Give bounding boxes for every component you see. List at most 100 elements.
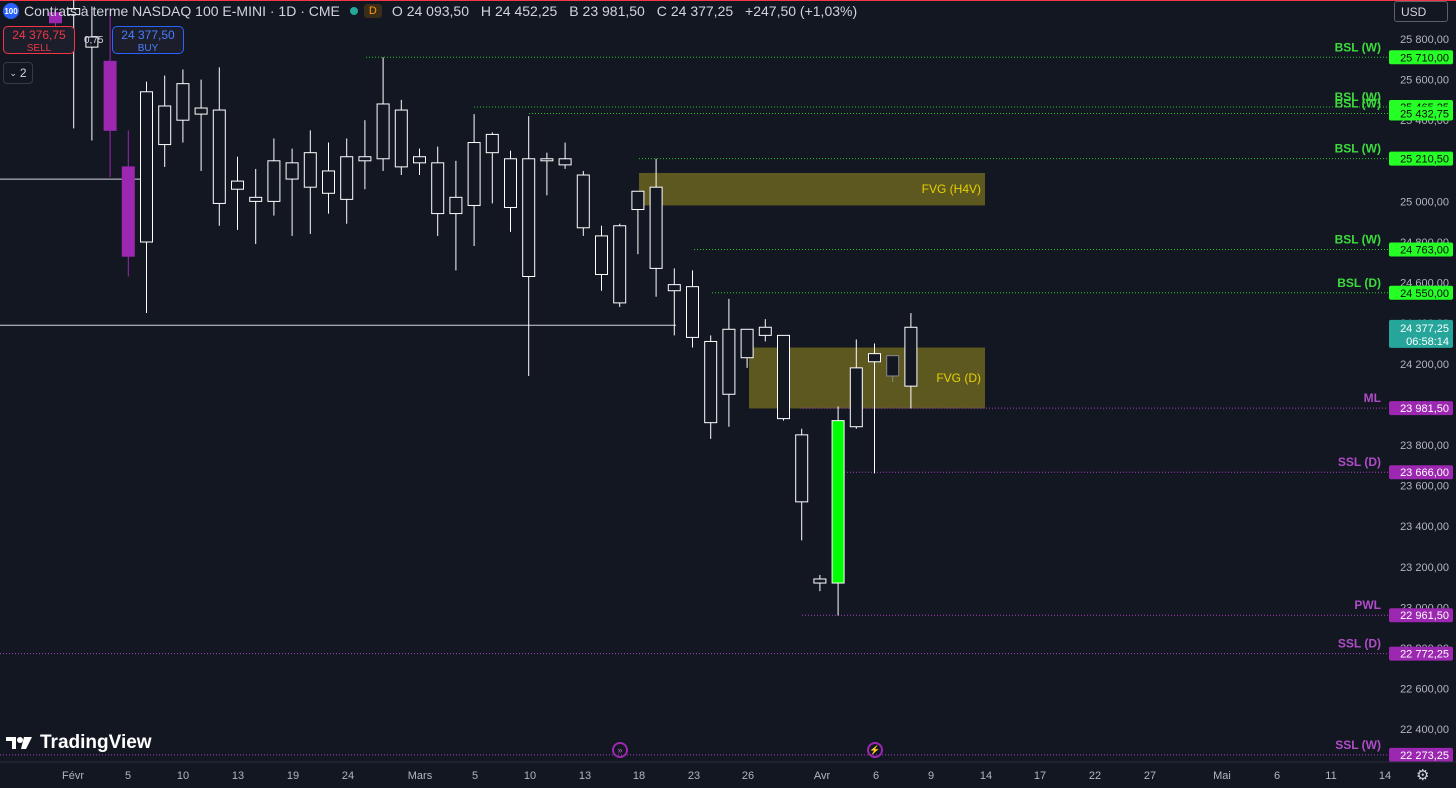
sell-button[interactable]: 24 376,75 SELL	[3, 26, 75, 54]
candle-body	[813, 578, 827, 584]
x-axis-tick-label: Févr	[62, 770, 84, 782]
x-axis-tick-label: Mai	[1213, 770, 1231, 782]
candle-body	[376, 103, 390, 160]
timeframe-badge[interactable]: D	[363, 4, 382, 18]
y-axis-tick-label: 24 200,00	[1400, 359, 1449, 371]
x-axis-tick-label: 10	[177, 770, 189, 782]
level-label: BSL (W)	[1335, 97, 1381, 111]
candle-body	[540, 158, 554, 162]
chart-header: 100 Contrats à terme NASDAQ 100 E-MINI ·…	[0, 0, 861, 22]
x-axis-tick-label: 26	[742, 770, 754, 782]
candle-body	[194, 107, 208, 115]
buy-button[interactable]: 24 377,50 BUY	[112, 26, 184, 54]
candle-body	[886, 355, 900, 377]
x-axis-tick-label: 18	[633, 770, 645, 782]
x-axis-tick-label: 10	[524, 770, 536, 782]
x-axis-tick-label: 9	[928, 770, 934, 782]
x-axis-tick-label: 5	[125, 770, 131, 782]
candle-body	[340, 156, 354, 200]
y-axis-tick-label: 22 600,00	[1400, 684, 1449, 696]
tradingview-logo[interactable]: TradingView	[6, 732, 152, 754]
x-axis-tick-label: 24	[342, 770, 354, 782]
candle-body	[722, 328, 736, 395]
symbol-title[interactable]: Contrats à terme NASDAQ 100 E-MINI · 1D …	[24, 3, 340, 19]
tradingview-logo-text: TradingView	[40, 732, 152, 753]
y-axis-tick-label: 25 800,00	[1400, 34, 1449, 46]
candle-body	[758, 326, 772, 336]
chevron-down-icon: ⌄	[9, 67, 17, 78]
candle-body	[140, 91, 153, 243]
level-price-text: 22 961,50	[1400, 610, 1449, 622]
candle-body	[704, 340, 718, 424]
candle-body	[394, 109, 408, 168]
candle-body	[831, 420, 845, 584]
level-price-text: 23 981,50	[1400, 403, 1449, 415]
candle-body	[595, 235, 608, 275]
ohlc-values: O 24 093,50 H 24 452,25 B 23 981,50 C 24 377…	[391, 3, 858, 19]
price-chart[interactable]: 25 800,0025 600,0025 400,0025 200,0025 0…	[0, 0, 1456, 788]
fvg-label: FVG (H4V)	[922, 182, 981, 196]
y-axis-tick-label: 23 200,00	[1400, 562, 1449, 574]
x-axis-tick-label: Mars	[408, 770, 433, 782]
candle-body	[613, 225, 627, 304]
candle-body	[904, 326, 918, 387]
level-price-text: 24 550,00	[1400, 288, 1449, 300]
level-price-text: 25 432,75	[1400, 109, 1449, 121]
settings-gear-icon[interactable]: ⚙	[1416, 766, 1429, 784]
candle-body	[467, 142, 481, 206]
level-price-text: 22 273,25	[1400, 750, 1449, 762]
indicator-count: 2	[19, 66, 27, 80]
level-label: BSL (W)	[1335, 142, 1381, 156]
tradingview-logo-icon	[6, 737, 32, 749]
x-axis-tick-label: 14	[980, 770, 992, 782]
x-axis-tick-label: Avr	[814, 770, 831, 782]
candle-body	[740, 328, 754, 359]
x-axis-tick-label: 5	[472, 770, 478, 782]
candle-body	[686, 286, 699, 338]
market-status-dot	[349, 7, 358, 15]
y-axis-tick-label: 23 400,00	[1400, 521, 1449, 533]
level-label: ML	[1364, 391, 1381, 405]
x-axis-tick-label: 19	[287, 770, 299, 782]
candle-body	[777, 334, 790, 420]
fvg-label: FVG (D)	[936, 371, 981, 385]
y-axis-tick-label: 23 600,00	[1400, 481, 1449, 493]
x-axis-tick-label: 27	[1144, 770, 1156, 782]
candle-body	[303, 152, 317, 188]
x-axis-tick-label: 6	[873, 770, 879, 782]
y-axis-tick-label: 25 000,00	[1400, 196, 1449, 208]
candle-body	[522, 158, 536, 278]
x-axis-tick-label: 23	[688, 770, 700, 782]
candle-body	[631, 190, 645, 211]
buy-label: BUY	[137, 43, 159, 54]
x-axis-tick-label: 11	[1325, 770, 1336, 782]
currency-selector[interactable]: USD	[1394, 1, 1448, 22]
level-price-text: 23 666,00	[1400, 467, 1449, 479]
candle-body	[176, 83, 190, 121]
sell-price: 24 376,75	[12, 28, 66, 42]
replay-icon[interactable]: »	[612, 742, 628, 758]
x-axis-tick-label: 13	[579, 770, 591, 782]
candle-body	[231, 180, 244, 190]
candle-body	[576, 174, 590, 229]
candle-body	[449, 196, 463, 215]
level-label: BSL (W)	[1335, 233, 1381, 247]
candle-body	[868, 353, 881, 363]
x-axis-tick-label: 17	[1034, 770, 1046, 782]
level-label: SSL (D)	[1338, 455, 1381, 469]
indicators-collapse-button[interactable]: ⌄ 2	[3, 62, 33, 84]
candle-body	[667, 284, 681, 292]
x-axis-tick-label: 22	[1089, 770, 1101, 782]
level-label: SSL (D)	[1338, 637, 1381, 651]
level-label: PWL	[1354, 598, 1381, 612]
candle-body	[103, 60, 117, 131]
flash-icon[interactable]: ⚡	[867, 742, 883, 758]
candle-body	[431, 162, 445, 215]
level-price-text: 24 763,00	[1400, 245, 1449, 257]
candle-body	[413, 156, 426, 164]
y-axis-tick-label: 25 600,00	[1400, 75, 1449, 87]
level-label: SSL (W)	[1335, 738, 1381, 752]
x-axis-tick-label: 13	[232, 770, 244, 782]
level-price-text: 25 710,00	[1400, 52, 1449, 64]
candle-body	[504, 158, 517, 208]
